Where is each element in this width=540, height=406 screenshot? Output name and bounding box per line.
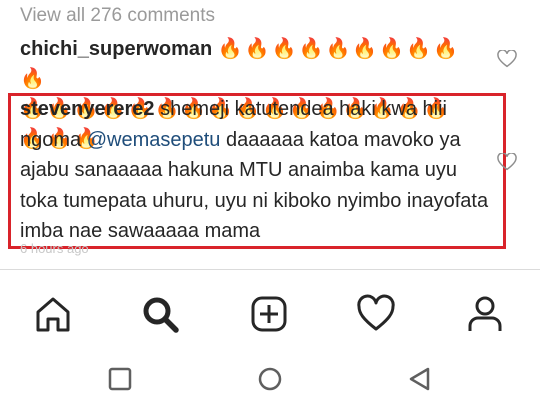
activity-heart-icon[interactable] bbox=[356, 294, 396, 334]
back-icon[interactable] bbox=[406, 365, 434, 393]
like-heart-icon[interactable] bbox=[497, 153, 517, 171]
comment-timestamp: 6 hours ago bbox=[20, 241, 89, 256]
profile-icon[interactable] bbox=[465, 294, 505, 334]
comment-username[interactable]: chichi_superwoman bbox=[20, 38, 212, 60]
comment-item: stevenyerere2 shemeji katutendea haki kw… bbox=[20, 94, 498, 247]
search-icon[interactable] bbox=[140, 294, 180, 334]
recent-apps-icon[interactable] bbox=[106, 365, 134, 393]
new-post-icon[interactable] bbox=[249, 294, 289, 334]
home-circle-icon[interactable] bbox=[256, 365, 284, 393]
comment-username[interactable]: stevenyerere2 bbox=[20, 98, 155, 120]
home-icon[interactable] bbox=[33, 294, 73, 334]
mention-link[interactable]: @wemasepetu bbox=[87, 129, 221, 151]
bottom-nav bbox=[0, 270, 540, 354]
like-heart-icon[interactable] bbox=[497, 50, 517, 68]
view-all-comments-link[interactable]: View all 276 comments bbox=[20, 4, 215, 28]
system-nav bbox=[0, 354, 540, 406]
